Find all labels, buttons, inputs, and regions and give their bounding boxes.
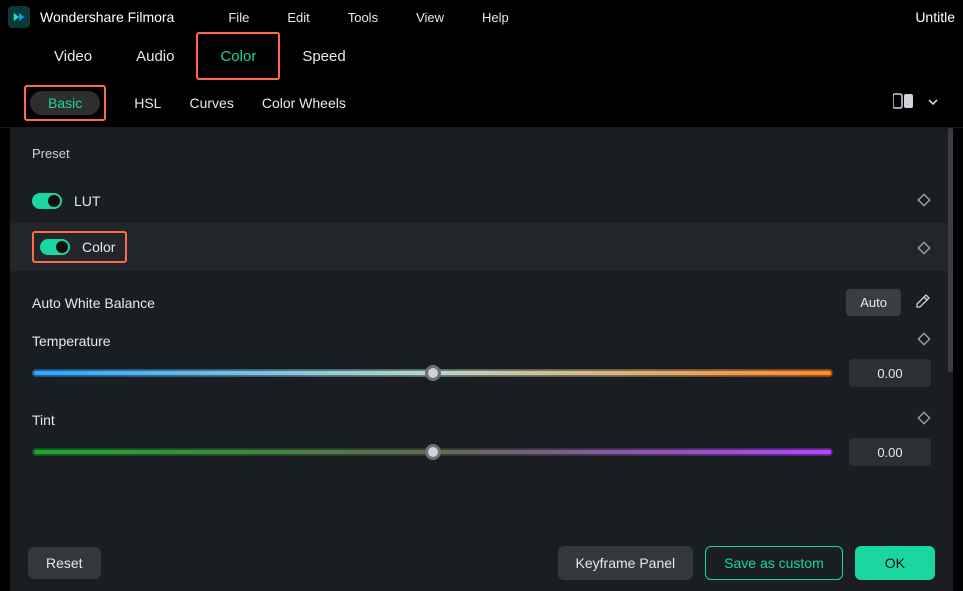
tab-audio[interactable]: Audio xyxy=(114,34,196,78)
chevron-down-icon[interactable] xyxy=(927,95,939,111)
save-as-custom-button[interactable]: Save as custom xyxy=(705,546,843,580)
color-section: Color xyxy=(10,223,953,271)
subtab-curves[interactable]: Curves xyxy=(189,95,233,111)
menu-file[interactable]: File xyxy=(228,10,249,25)
highlight-color-toggle: Color xyxy=(32,231,127,263)
tint-value[interactable]: 0.00 xyxy=(849,438,931,466)
auto-button[interactable]: Auto xyxy=(846,289,901,316)
highlight-color-tab: Color xyxy=(196,32,280,80)
temperature-value[interactable]: 0.00 xyxy=(849,359,931,387)
tint-slider[interactable] xyxy=(32,448,833,456)
compare-icon[interactable] xyxy=(893,93,915,112)
eyedropper-icon[interactable] xyxy=(915,293,931,312)
tab-speed[interactable]: Speed xyxy=(280,34,367,78)
highlight-basic-tab: Basic xyxy=(24,85,106,121)
main-tabs: Video Audio Color Speed xyxy=(0,34,963,78)
lut-keyframe-icon[interactable] xyxy=(917,193,931,210)
temperature-thumb[interactable] xyxy=(425,365,441,381)
subtab-hsl[interactable]: HSL xyxy=(134,95,161,111)
preset-label: Preset xyxy=(32,146,931,161)
document-name: Untitle xyxy=(915,9,955,25)
scrollbar[interactable] xyxy=(948,128,953,372)
temperature-label: Temperature xyxy=(32,333,111,349)
tab-video[interactable]: Video xyxy=(32,34,114,78)
tint-thumb[interactable] xyxy=(425,444,441,460)
temperature-keyframe-icon[interactable] xyxy=(917,332,931,349)
reset-button[interactable]: Reset xyxy=(28,547,101,579)
awb-label: Auto White Balance xyxy=(32,295,155,311)
temperature-slider-row: 0.00 xyxy=(32,359,931,387)
sub-tabs: Basic HSL Curves Color Wheels xyxy=(0,78,963,128)
menu-edit[interactable]: Edit xyxy=(287,10,309,25)
tint-keyframe-icon[interactable] xyxy=(917,411,931,428)
app-name: Wondershare Filmora xyxy=(40,9,174,25)
ok-button[interactable]: OK xyxy=(855,546,935,580)
temperature-slider[interactable] xyxy=(32,369,833,377)
color-keyframe-icon[interactable] xyxy=(917,241,931,258)
titlebar: Wondershare Filmora File Edit Tools View… xyxy=(0,0,963,34)
lut-toggle[interactable] xyxy=(32,193,62,209)
color-panel: Preset LUT Color Auto White Bala xyxy=(10,128,953,535)
subtab-colorwheels[interactable]: Color Wheels xyxy=(262,95,346,111)
auto-white-balance-row: Auto White Balance Auto xyxy=(32,289,931,316)
tint-title-row: Tint xyxy=(32,411,931,428)
tab-color[interactable]: Color xyxy=(198,34,278,78)
lut-label: LUT xyxy=(74,193,100,209)
lut-row: LUT xyxy=(32,179,931,223)
app-logo xyxy=(8,6,30,28)
tint-slider-row: 0.00 xyxy=(32,438,931,466)
keyframe-panel-button[interactable]: Keyframe Panel xyxy=(558,546,694,580)
temperature-title-row: Temperature xyxy=(32,332,931,349)
color-toggle[interactable] xyxy=(40,239,70,255)
footer: Reset Keyframe Panel Save as custom OK xyxy=(10,535,953,591)
tint-label: Tint xyxy=(32,412,55,428)
menu-tools[interactable]: Tools xyxy=(348,10,378,25)
menu-view[interactable]: View xyxy=(416,10,444,25)
menu-help[interactable]: Help xyxy=(482,10,509,25)
subtab-basic[interactable]: Basic xyxy=(30,91,100,115)
color-label: Color xyxy=(82,239,115,255)
